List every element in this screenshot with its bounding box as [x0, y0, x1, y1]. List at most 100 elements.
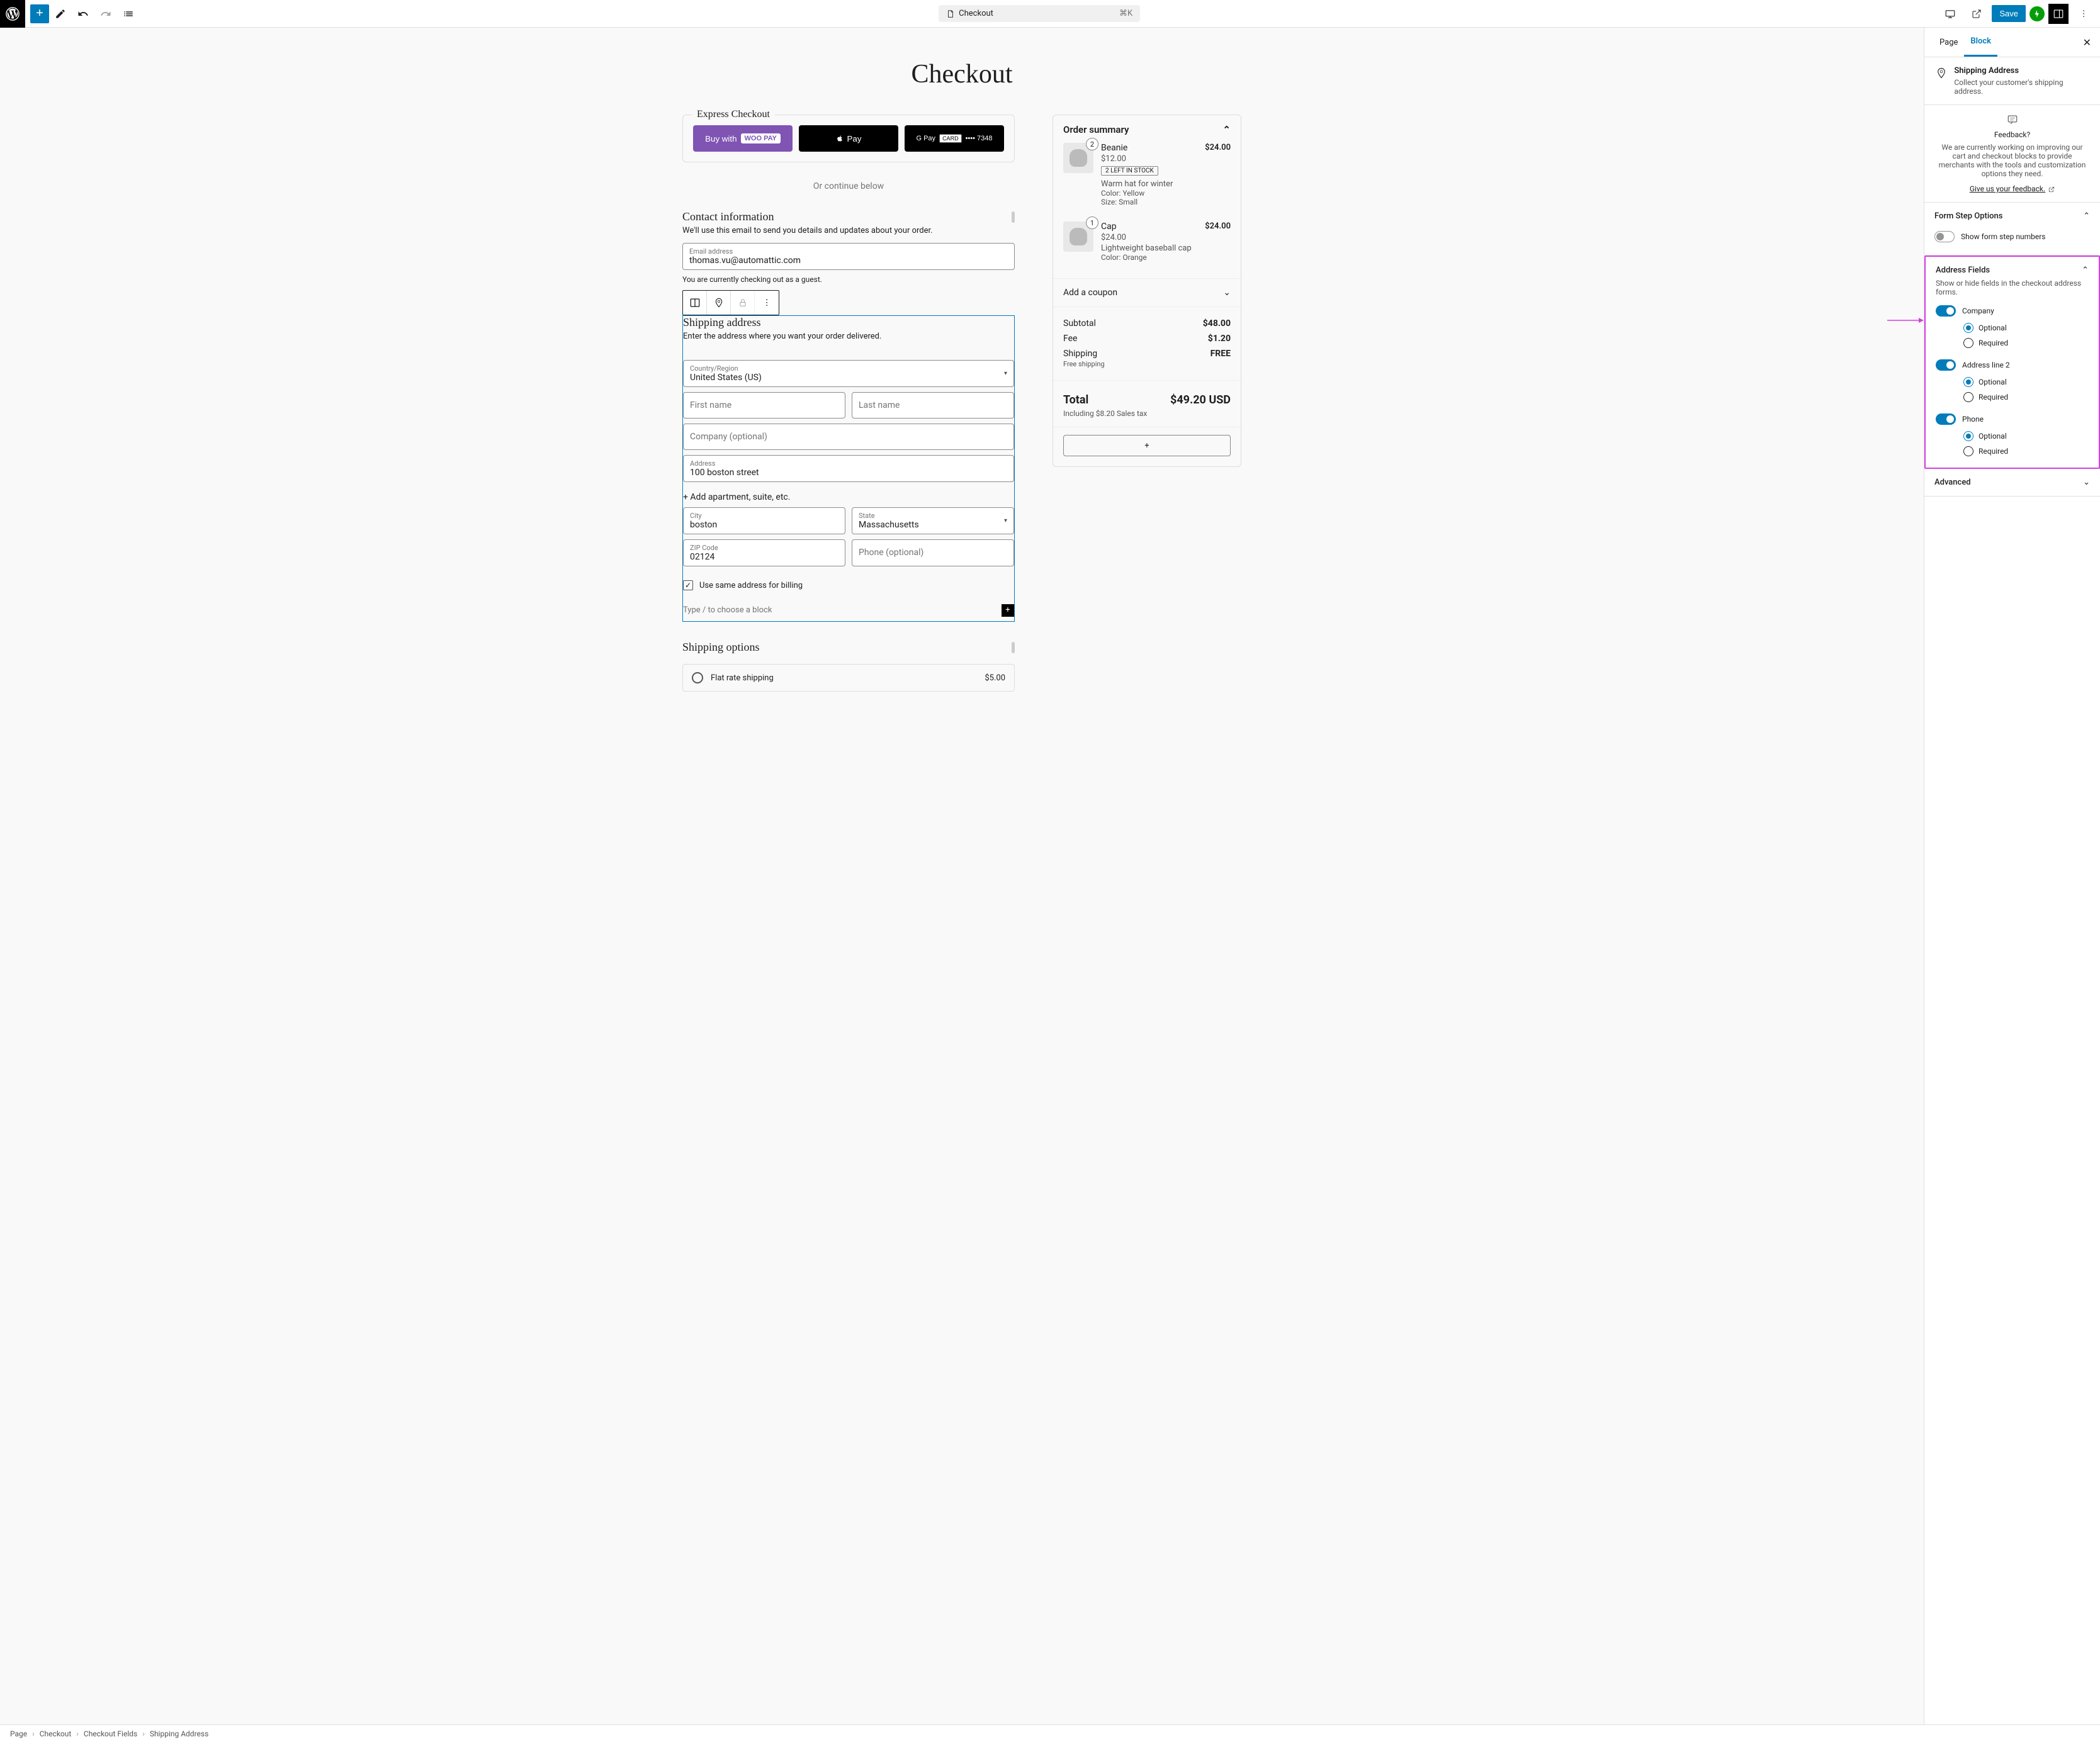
breadcrumb-item[interactable]: Shipping Address	[150, 1729, 208, 1738]
contact-information-block[interactable]: Contact information We'll use this email…	[682, 210, 1015, 284]
shipping-options-heading: Shipping options	[682, 641, 760, 654]
block-title: Shipping Address	[1954, 66, 2090, 76]
parent-block-button[interactable]	[683, 291, 707, 315]
top-toolbar: + Checkout ⌘K Save ⋮	[0, 0, 2100, 28]
add-block-appender[interactable]: +	[1063, 435, 1231, 456]
chevron-up-icon: ⌃	[2083, 211, 2090, 221]
qty-badge: 2	[1086, 138, 1098, 150]
address2-optional-radio[interactable]: Optional	[1936, 374, 2089, 390]
country-field[interactable]: Country/Region United States (US) ▾	[683, 360, 1014, 387]
add-coupon-row[interactable]: Add a coupon ⌄	[1063, 288, 1231, 298]
settings-sidebar: Page Block ✕ Shipping Address Collect yo…	[1924, 28, 2100, 1724]
keyboard-shortcut: ⌘K	[1119, 9, 1132, 18]
undo-button[interactable]	[72, 3, 94, 25]
chat-icon	[1934, 114, 2090, 128]
contact-heading: Contact information	[682, 210, 774, 223]
add-apartment-link[interactable]: + Add apartment, suite, etc.	[683, 487, 1014, 507]
breadcrumb-item[interactable]: Checkout Fields	[84, 1729, 137, 1738]
feedback-link[interactable]: Give us your feedback.	[1970, 184, 2045, 193]
address2-toggle[interactable]	[1936, 359, 1956, 371]
city-field[interactable]: City boston	[683, 507, 845, 534]
page-icon	[946, 9, 955, 18]
options-button[interactable]: ⋮	[2072, 3, 2095, 25]
shipping-options-block[interactable]: Shipping options Flat rate shipping $5.0…	[682, 641, 1015, 692]
order-item: 2 Beanie $12.00 2 LEFT IN STOCK Warm hat…	[1063, 135, 1231, 214]
list-view-button[interactable]	[117, 3, 140, 25]
total-label: Total	[1063, 393, 1088, 407]
breadcrumb-item[interactable]: Checkout	[40, 1729, 72, 1738]
shipping-heading: Shipping address	[683, 316, 761, 329]
order-summary-title: Order summary	[1063, 124, 1129, 135]
express-checkout-block[interactable]: Express Checkout Buy with WOO PAY Pay	[682, 115, 1015, 162]
tab-block[interactable]: Block	[1964, 28, 1997, 57]
tab-page[interactable]: Page	[1933, 29, 1964, 56]
divider-text: Or continue below	[682, 181, 1015, 191]
woopay-button[interactable]: Buy with WOO PAY	[693, 125, 793, 152]
add-block-button[interactable]: +	[30, 4, 49, 23]
shipping-label: Shipping	[1063, 349, 1097, 359]
chevron-up-icon[interactable]: ⌃	[1222, 124, 1231, 135]
company-field[interactable]: Company (optional)	[683, 424, 1014, 450]
email-field[interactable]: Email address thomas.vu@automattic.com	[682, 243, 1015, 270]
order-summary-block[interactable]: Order summary ⌃ 2 Beanie $12.00	[1053, 115, 1241, 467]
edit-tool-button[interactable]	[49, 3, 72, 25]
close-icon[interactable]: ✕	[2083, 37, 2091, 48]
drag-handle-icon[interactable]	[1012, 211, 1015, 223]
save-button[interactable]: Save	[1992, 5, 2026, 22]
subtotal-label: Subtotal	[1063, 318, 1096, 329]
phone-toggle[interactable]	[1936, 413, 1956, 425]
jetpack-icon[interactable]	[2029, 6, 2045, 21]
state-field[interactable]: State Massachusetts ▾	[852, 507, 1014, 534]
phone-field[interactable]: Phone (optional)	[852, 539, 1014, 566]
location-icon	[1934, 66, 1948, 80]
company-toggle[interactable]	[1936, 305, 1956, 317]
device-preview-button[interactable]	[1939, 3, 1962, 25]
advanced-panel[interactable]: Advanced ⌄	[1934, 478, 2090, 487]
breadcrumb-item[interactable]: Page	[10, 1729, 27, 1738]
flat-rate-option[interactable]: Flat rate shipping $5.00	[682, 664, 1015, 692]
apple-pay-button[interactable]: Pay	[799, 125, 898, 152]
tax-note: Including $8.20 Sales tax	[1063, 409, 1231, 418]
drag-handle-icon[interactable]	[1012, 642, 1015, 653]
order-item: 1 Cap $24.00 Lightweight baseball cap Co…	[1063, 214, 1231, 269]
address2-required-radio[interactable]: Required	[1936, 390, 2089, 405]
shipping-address-block[interactable]: Shipping address Enter the address where…	[682, 315, 1015, 622]
zip-field[interactable]: ZIP Code 02124	[683, 539, 845, 566]
wordpress-logo[interactable]	[0, 0, 25, 28]
external-link-button[interactable]	[1965, 3, 1988, 25]
google-pay-button[interactable]: G Pay CARD •••• 7348	[905, 125, 1004, 152]
lock-icon-button[interactable]	[731, 291, 755, 315]
block-options-button[interactable]: ⋮	[755, 291, 779, 315]
form-step-options-panel[interactable]: Form Step Options ⌃	[1934, 211, 2090, 221]
company-required-radio[interactable]: Required	[1936, 335, 2089, 351]
address-fields-panel: Address Fields ⌃ Show or hide fields in …	[1924, 256, 2100, 469]
chevron-down-icon: ⌄	[2083, 478, 2090, 487]
shipping-desc: Enter the address where you want your or…	[683, 332, 1014, 341]
first-name-field[interactable]: First name	[683, 392, 845, 419]
stock-badge: 2 LEFT IN STOCK	[1101, 166, 1158, 176]
show-step-numbers-toggle[interactable]	[1934, 231, 1955, 242]
same-billing-checkbox[interactable]: ✓ Use same address for billing	[683, 571, 1014, 599]
contact-desc: We'll use this email to send you details…	[682, 226, 1015, 235]
address-field[interactable]: Address 100 boston street	[683, 455, 1014, 482]
chevron-down-icon: ▾	[1004, 370, 1007, 377]
location-icon-button[interactable]	[707, 291, 731, 315]
block-appender[interactable]: Type / to choose a block +	[683, 599, 1014, 621]
page-title[interactable]: Checkout	[682, 59, 1241, 89]
guest-note: You are currently checking out as a gues…	[682, 275, 1015, 284]
radio-icon	[692, 672, 703, 683]
last-name-field[interactable]: Last name	[852, 392, 1014, 419]
product-image: 2	[1063, 143, 1093, 173]
page-selector[interactable]: Checkout ⌘K	[939, 5, 1140, 22]
company-optional-radio[interactable]: Optional	[1936, 320, 2089, 335]
block-toolbar: ⋮	[682, 290, 779, 315]
page-selector-label: Checkout	[959, 9, 993, 18]
phone-optional-radio[interactable]: Optional	[1936, 429, 2089, 444]
product-image: 1	[1063, 222, 1093, 252]
redo-button[interactable]	[94, 3, 117, 25]
address-fields-toggle[interactable]: Address Fields ⌃	[1936, 266, 2089, 275]
settings-panel-button[interactable]	[2048, 4, 2069, 24]
phone-required-radio[interactable]: Required	[1936, 444, 2089, 459]
plus-icon[interactable]: +	[1002, 604, 1014, 617]
block-subtitle: Collect your customer's shipping address…	[1954, 78, 2090, 96]
